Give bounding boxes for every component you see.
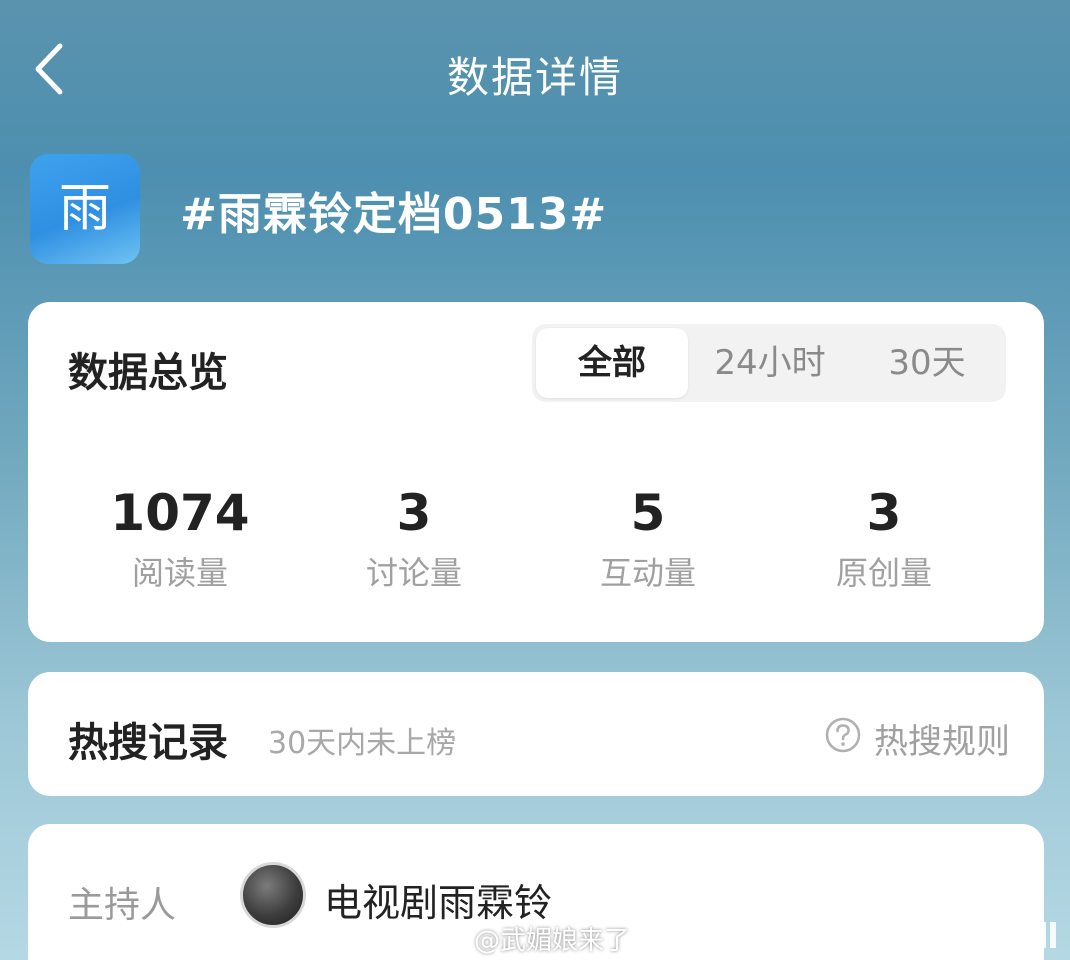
data-overview-card: 数据总览 全部 24小时 30天 1074 阅读量 3 讨论量 5 互动量 3 … [28, 302, 1044, 642]
stat-value: 3 [866, 484, 902, 542]
stat-discussions: 3 讨论量 [294, 482, 534, 594]
hot-search-status: 30天内未上榜 [268, 726, 457, 761]
watermark-text: @武媚娘来了 [474, 926, 631, 956]
stat-label: 讨论量 [365, 554, 462, 592]
tab-30-days[interactable]: 30天 [862, 324, 992, 402]
nav-bar: 数据详情 [0, 0, 1070, 140]
watermark-barcode [800, 922, 1060, 948]
hot-search-card: 热搜记录 30天内未上榜 热搜规则 [28, 672, 1044, 796]
time-range-tabs: 全部 24小时 30天 [532, 324, 1006, 402]
topic-logo: 雨 [30, 154, 140, 264]
stat-originals: 3 原创量 [764, 482, 1004, 594]
hot-search-rules-link[interactable]: 热搜规则 [874, 714, 1010, 763]
avatar[interactable] [240, 862, 306, 928]
topic-header: 雨 #雨霖铃定档0513# [30, 154, 1040, 264]
stat-reads: 1074 阅读量 [60, 482, 300, 594]
stat-value: 3 [396, 484, 432, 542]
topic-title: #雨霖铃定档0513# [180, 189, 608, 240]
tab-24-hours[interactable]: 24小时 [700, 324, 840, 402]
stat-label: 互动量 [599, 554, 696, 592]
stat-label: 原创量 [835, 554, 932, 592]
stat-value: 1074 [110, 484, 250, 542]
hot-search-title: 热搜记录 [68, 720, 228, 766]
stat-interactions: 5 互动量 [528, 482, 768, 594]
page-title: 数据详情 [446, 53, 623, 102]
tab-all[interactable]: 全部 [536, 328, 688, 398]
stat-value: 5 [630, 484, 666, 542]
stats-row: 1074 阅读量 3 讨论量 5 互动量 3 原创量 [28, 482, 1044, 592]
overview-title: 数据总览 [68, 350, 228, 396]
host-label: 主持人 [68, 885, 177, 926]
stat-label: 阅读量 [131, 554, 228, 592]
host-name[interactable]: 电视剧雨霖铃 [324, 872, 552, 927]
question-circle-icon[interactable] [824, 716, 862, 754]
